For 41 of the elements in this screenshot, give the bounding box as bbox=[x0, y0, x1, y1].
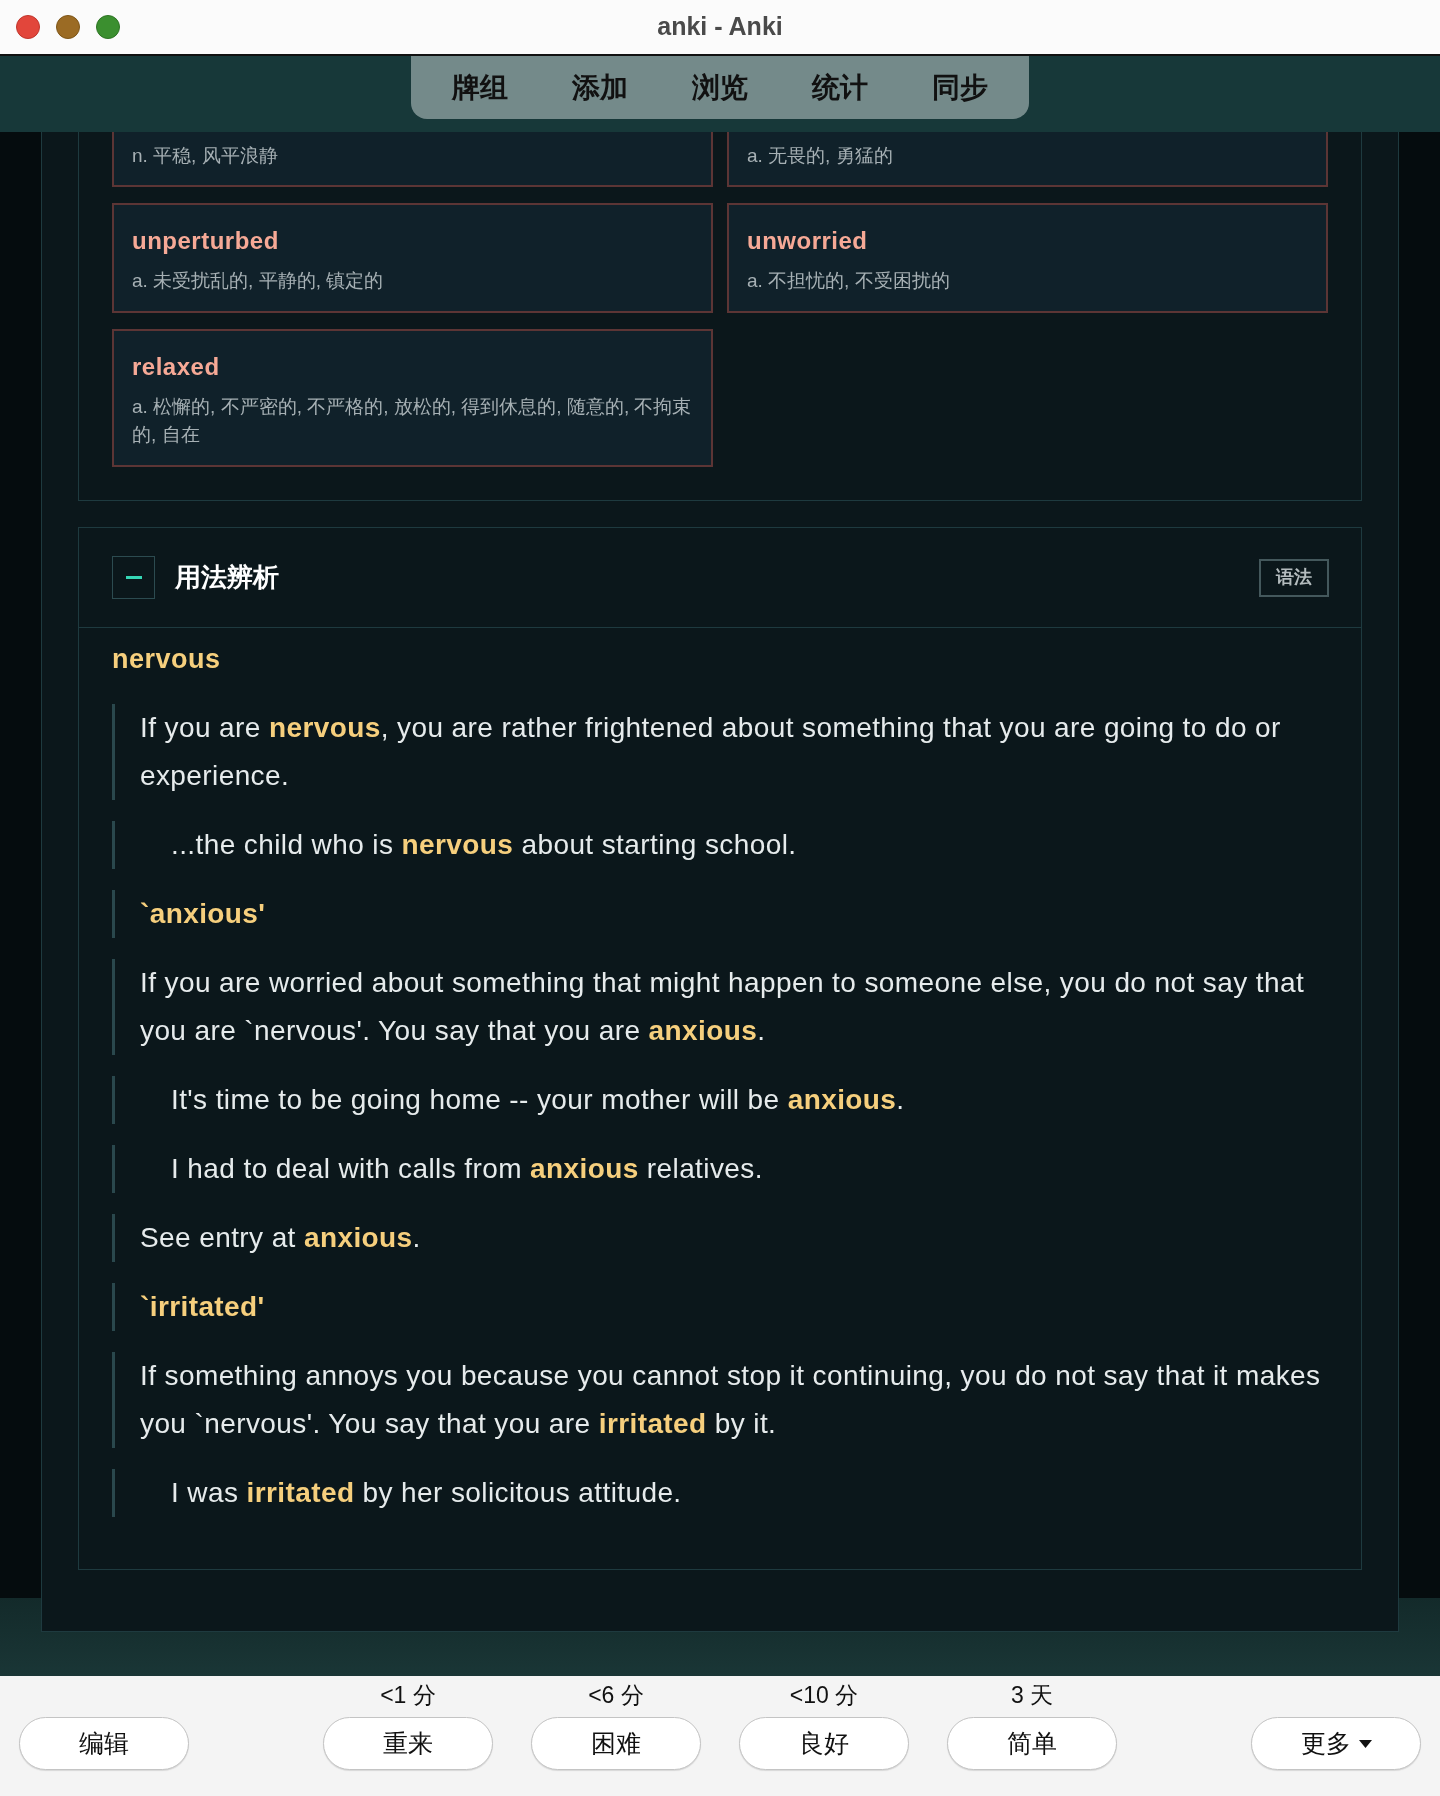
window-zoom-icon[interactable] bbox=[96, 15, 120, 39]
nav-link[interactable]: 牌组 bbox=[420, 67, 540, 108]
nav-link[interactable]: 统计 bbox=[780, 67, 900, 108]
usage-subheading: `irritated' bbox=[112, 1283, 1328, 1331]
interval-label: 3 天 bbox=[1010, 1682, 1054, 1708]
answer-button[interactable]: 简单 bbox=[947, 1717, 1117, 1770]
answer-button[interactable]: 良好 bbox=[739, 1717, 909, 1770]
definition-text: See entry at anxious. bbox=[112, 1214, 1328, 1262]
answer-button[interactable]: 困难 bbox=[531, 1717, 701, 1770]
nav-link[interactable]: 浏览 bbox=[660, 67, 780, 108]
collapse-button[interactable] bbox=[112, 556, 155, 599]
definition-text: If you are worried about something that might happen to someone else, you do not say that you are `nervous'. You say that you are anxious. bbox=[112, 959, 1328, 1055]
example-sentence: ...the child who is nervous about starting school. bbox=[112, 821, 1328, 869]
synonym-definition: a. 无畏的, 勇猛的 bbox=[747, 144, 894, 168]
nav-link[interactable]: 添加 bbox=[540, 67, 660, 108]
definition-text: If you are nervous, you are rather frightened about something that you are going to do or experience. bbox=[112, 704, 1328, 800]
example-sentence: It's time to be going home -- your mother will be anxious. bbox=[112, 1076, 1328, 1124]
window-close-icon[interactable] bbox=[16, 15, 40, 39]
example-sentence: I had to deal with calls from anxious relatives. bbox=[112, 1145, 1328, 1193]
more-button[interactable]: 更多 bbox=[1251, 1717, 1421, 1770]
synonym-definition: a. 松懈的, 不严密的, 不严格的, 放松的, 得到休息的, 随意的, 不拘束的, 自在 bbox=[132, 395, 693, 447]
usage-subheading: `anxious' bbox=[112, 890, 1328, 938]
synonym-definition: n. 平稳, 风平浪静 bbox=[132, 144, 279, 168]
synonym-word: unworried bbox=[747, 226, 869, 256]
interval-label: <10 分 bbox=[789, 1682, 859, 1708]
headword: nervous bbox=[112, 643, 222, 676]
synonym-word: unperturbed bbox=[132, 226, 280, 256]
edit-button[interactable]: 编辑 bbox=[19, 1717, 189, 1770]
nav-link[interactable]: 同步 bbox=[900, 67, 1020, 108]
synonym-word: relaxed bbox=[132, 352, 221, 382]
category-tag: 语法 bbox=[1259, 558, 1329, 597]
synonym-definition: a. 未受扰乱的, 平静的, 镇定的 bbox=[132, 269, 385, 293]
answer-button[interactable]: 重来 bbox=[323, 1717, 493, 1770]
definition-text: If something annoys you because you cannot stop it continuing, you do not say that it makes you `nervous'. You say that you are irritated by it. bbox=[112, 1352, 1328, 1448]
window-title: anki - Anki bbox=[657, 11, 783, 43]
window-minimize-icon[interactable] bbox=[56, 15, 80, 39]
example-sentence: I was irritated by her solicitous attitude. bbox=[112, 1469, 1328, 1517]
interval-label: <1 分 bbox=[380, 1682, 436, 1708]
synonym-definition: a. 不担忧的, 不受困扰的 bbox=[747, 269, 951, 293]
interval-label: <6 分 bbox=[588, 1682, 644, 1708]
section-title: 用法辨析 bbox=[175, 561, 279, 594]
